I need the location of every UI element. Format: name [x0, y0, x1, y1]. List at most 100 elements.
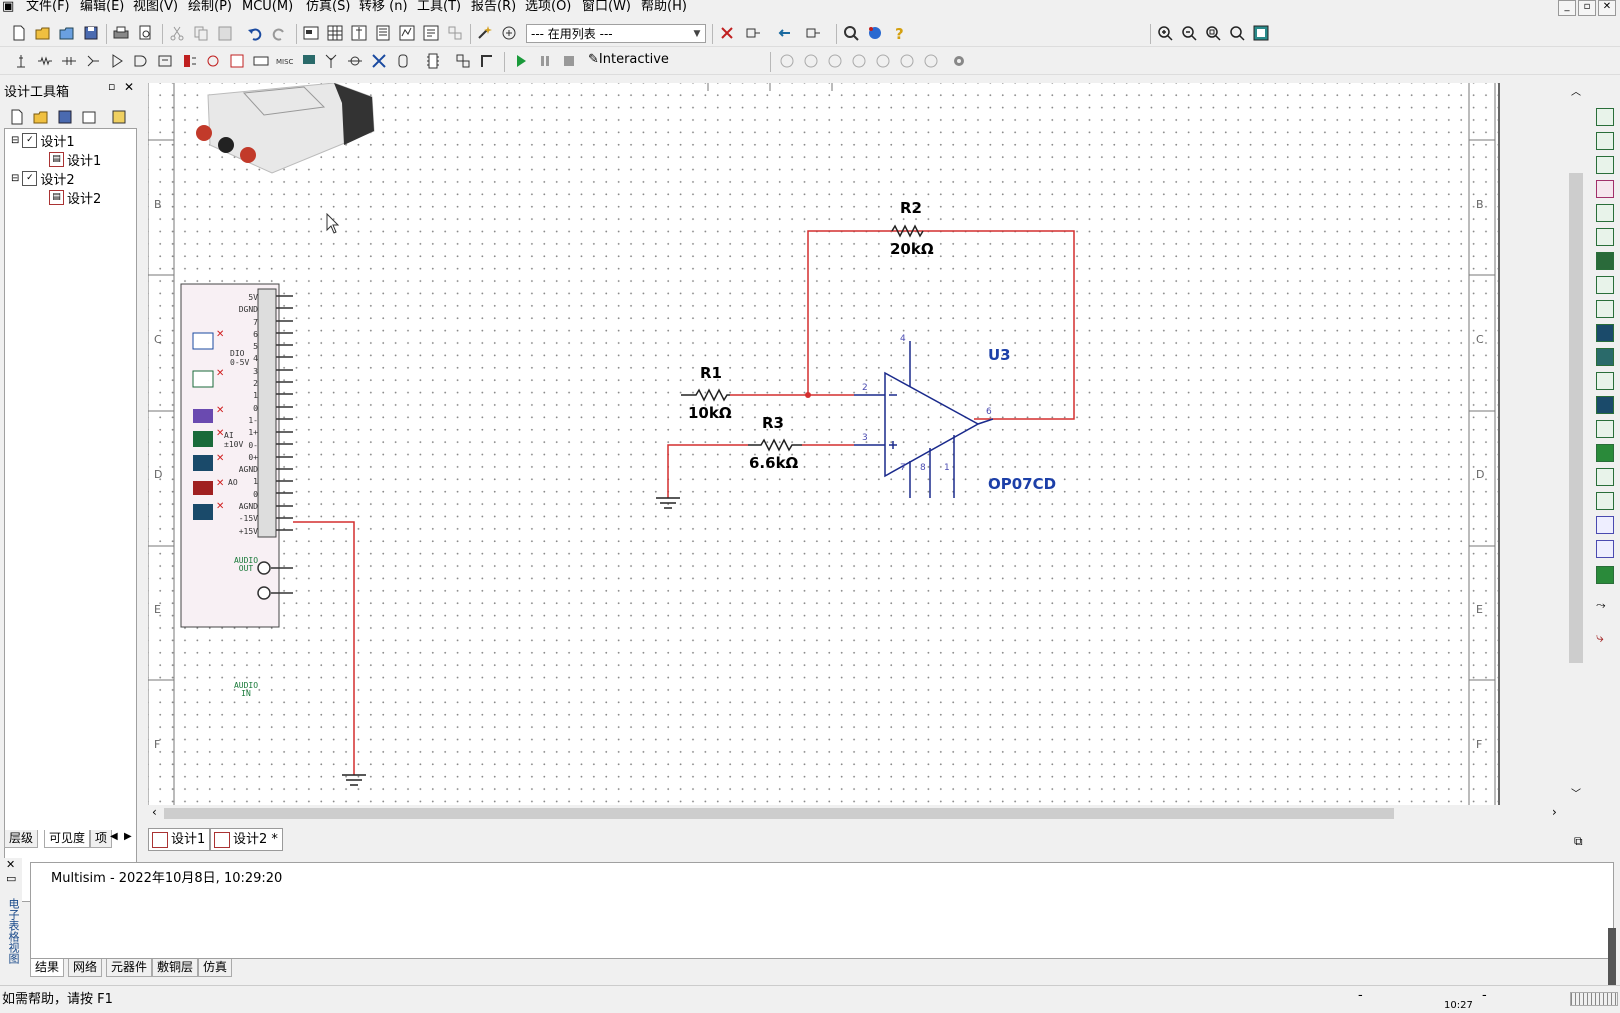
- probe-digital-icon[interactable]: [898, 52, 916, 70]
- frequency-counter-icon[interactable]: [1596, 252, 1614, 270]
- place-cmos-icon[interactable]: [156, 52, 174, 70]
- ni-elvis-icon[interactable]: [1596, 566, 1614, 584]
- r3-ref-label[interactable]: R3: [762, 414, 784, 432]
- hierarchical-block-icon[interactable]: [454, 52, 472, 70]
- place-electromech-icon[interactable]: [346, 52, 364, 70]
- erc-check-icon[interactable]: [718, 24, 736, 42]
- tektronix-oscilloscope-icon[interactable]: [1596, 516, 1614, 534]
- probe-power-icon[interactable]: [826, 52, 844, 70]
- close-icon[interactable]: ✕: [6, 858, 15, 871]
- tab-scroll-left-icon[interactable]: ◀: [110, 831, 118, 842]
- output-scroll-thumb[interactable]: [1608, 928, 1616, 988]
- zoom-area-icon[interactable]: [1204, 24, 1222, 42]
- probe-voltage-icon[interactable]: [778, 52, 796, 70]
- place-analog-icon[interactable]: [108, 52, 126, 70]
- tree-leaf-design2[interactable]: ▤ 设计2: [49, 188, 101, 207]
- schematic-canvas[interactable]: B C D E F B C D E F ✕ ✕ ✕ ✕ ✕ ✕ ✕ 5V DGN…: [148, 83, 1500, 805]
- probe-icon[interactable]: ⤷: [1596, 630, 1612, 646]
- tab-hierarchy[interactable]: 层级: [4, 830, 39, 848]
- tree-node-design1[interactable]: ⊟ ✓ 设计1: [11, 131, 75, 150]
- save-icon[interactable]: [56, 108, 74, 126]
- scroll-down-icon[interactable]: ﹀: [1571, 785, 1581, 800]
- tab-scroll-right-icon[interactable]: ▶: [124, 831, 132, 842]
- r3-value-label[interactable]: 6.6kΩ: [749, 454, 798, 472]
- forward-annotate-icon[interactable]: [776, 24, 794, 42]
- tab-results[interactable]: 结果: [30, 959, 65, 977]
- wattmeter-icon[interactable]: [1596, 156, 1614, 174]
- network-analyzer-icon[interactable]: [1596, 420, 1614, 438]
- horizontal-scrollbar[interactable]: ‹ ›: [148, 805, 1567, 822]
- menu-help[interactable]: 帮助(H): [641, 0, 687, 14]
- current-probe-icon[interactable]: ⤳: [1596, 598, 1612, 614]
- restore-button[interactable]: ▫: [1578, 0, 1596, 16]
- open-file-icon[interactable]: [32, 108, 50, 126]
- place-misc-digital-icon[interactable]: [180, 52, 198, 70]
- place-indicator-icon[interactable]: [228, 52, 246, 70]
- erc-icon[interactable]: [422, 24, 440, 42]
- bus-icon[interactable]: [478, 52, 496, 70]
- chevron-down-icon[interactable]: ▼: [689, 25, 705, 42]
- place-mcu-icon[interactable]: [424, 52, 442, 70]
- four-channel-oscilloscope-icon[interactable]: [1596, 204, 1614, 222]
- opamp-model-label[interactable]: OP07CD: [988, 475, 1056, 493]
- word-generator-icon[interactable]: [1596, 276, 1614, 294]
- sim-mode-button[interactable]: ✎Interactive: [588, 52, 669, 67]
- menu-mcu[interactable]: MCU(M): [242, 0, 293, 14]
- menu-transfer[interactable]: 转移 (n): [359, 0, 408, 14]
- tab-simulation[interactable]: 仿真: [198, 959, 233, 977]
- spectrum-analyzer-icon[interactable]: [1596, 396, 1614, 414]
- checkbox-icon[interactable]: ✓: [22, 171, 38, 186]
- community-icon[interactable]: [866, 24, 884, 42]
- place-basic-icon[interactable]: [36, 52, 54, 70]
- component-list-icon[interactable]: [500, 24, 518, 42]
- oscilloscope-icon[interactable]: [1596, 180, 1614, 198]
- save-icon[interactable]: [82, 24, 100, 42]
- tree-leaf-design1[interactable]: ▤ 设计1: [49, 150, 101, 169]
- distortion-analyzer-icon[interactable]: [1596, 372, 1614, 390]
- scroll-left-icon[interactable]: ‹: [152, 805, 157, 819]
- pin-icon[interactable]: ▭: [6, 872, 16, 885]
- menu-simulate[interactable]: 仿真(S): [306, 0, 350, 14]
- tree-node-design2[interactable]: ⊟ ✓ 设计2: [11, 169, 75, 188]
- agilent-multimeter-icon[interactable]: [1596, 468, 1614, 486]
- checkbox-icon[interactable]: ✓: [22, 133, 38, 148]
- vertical-scroll-thumb[interactable]: [1569, 173, 1583, 663]
- place-rf-icon[interactable]: [322, 52, 340, 70]
- probe-settings-icon[interactable]: [922, 52, 940, 70]
- toggle-fullscreen-icon[interactable]: [302, 24, 320, 42]
- menu-view[interactable]: 视图(V): [133, 0, 178, 14]
- tab-design2[interactable]: 设计2 *: [210, 828, 283, 851]
- component-wizard-icon[interactable]: [476, 24, 494, 42]
- print-icon[interactable]: [112, 24, 130, 42]
- menu-options[interactable]: 选项(O): [525, 0, 571, 14]
- menu-file[interactable]: 文件(F): [26, 0, 70, 14]
- zoom-out-icon[interactable]: [1180, 24, 1198, 42]
- close-icon[interactable]: ✕: [124, 80, 134, 94]
- pin-icon[interactable]: ▫: [108, 80, 115, 93]
- function-generator-icon[interactable]: [1596, 132, 1614, 150]
- cut-icon[interactable]: [168, 24, 186, 42]
- copy-icon[interactable]: [192, 24, 210, 42]
- r1-ref-label[interactable]: R1: [700, 364, 722, 382]
- grid-icon[interactable]: [326, 24, 344, 42]
- probe-current-icon[interactable]: [802, 52, 820, 70]
- tab-design1[interactable]: 设计1: [148, 828, 211, 851]
- place-transistor-icon[interactable]: [84, 52, 102, 70]
- horizontal-scroll-thumb[interactable]: [164, 808, 1394, 819]
- menu-reports[interactable]: 报告(R): [471, 0, 516, 14]
- back-annotate-icon[interactable]: [446, 24, 464, 42]
- new-file-icon[interactable]: [8, 108, 26, 126]
- r2-ref-label[interactable]: R2: [900, 199, 922, 217]
- print-preview-icon[interactable]: [136, 24, 154, 42]
- open-file-icon[interactable]: [34, 24, 52, 42]
- place-power-icon[interactable]: [252, 52, 270, 70]
- tab-copper-layers[interactable]: 敷铜层: [152, 959, 199, 977]
- tile-windows-icon[interactable]: ⧉: [1574, 834, 1583, 849]
- zoom-in-icon[interactable]: [1156, 24, 1174, 42]
- tab-project[interactable]: 项: [90, 830, 113, 848]
- find-examples-icon[interactable]: [842, 24, 860, 42]
- minimize-button[interactable]: _: [1558, 0, 1576, 16]
- scroll-up-icon[interactable]: ︿: [1571, 83, 1581, 98]
- vertical-scrollbar[interactable]: ︿ ﹀: [1567, 83, 1585, 805]
- probe-diff-icon[interactable]: [850, 52, 868, 70]
